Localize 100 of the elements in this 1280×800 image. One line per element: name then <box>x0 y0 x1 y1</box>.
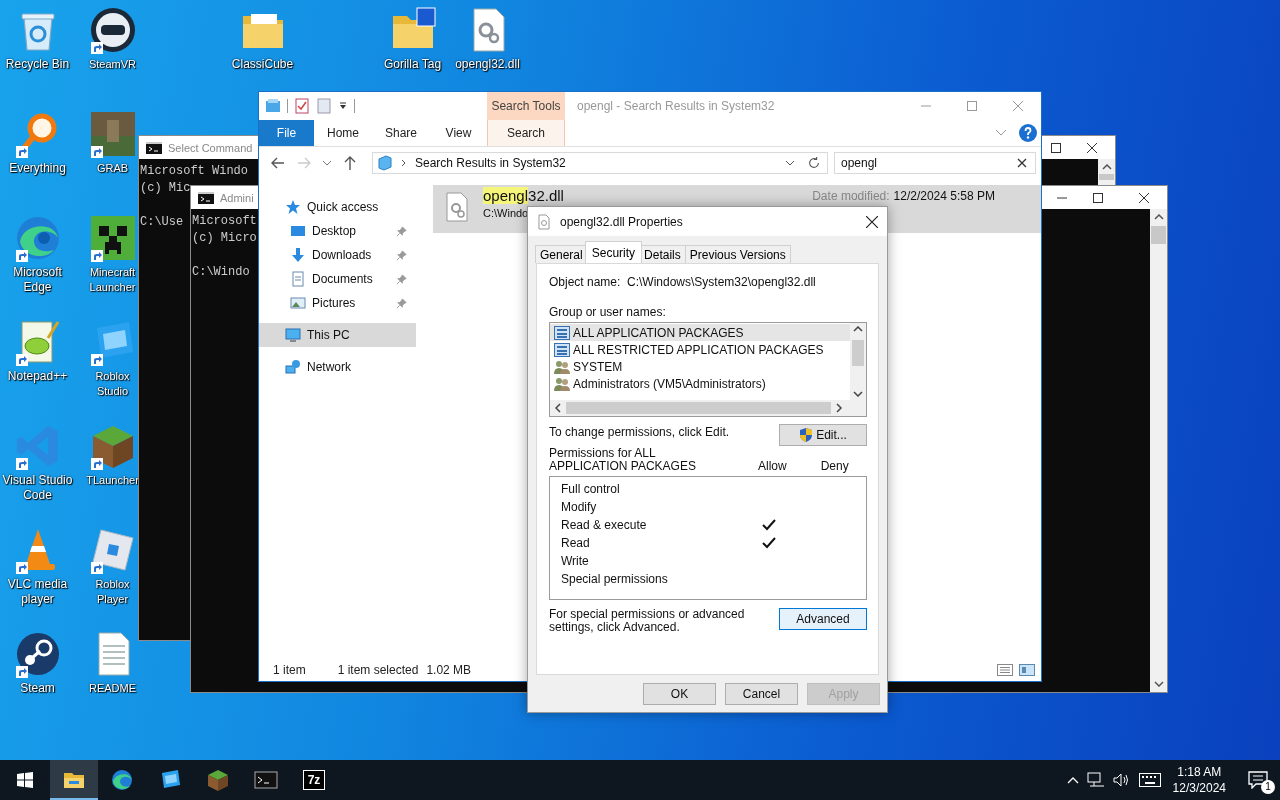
ribbon-tab[interactable]: View <box>430 120 487 146</box>
clock[interactable]: 1:18 AM 12/3/2024 <box>1168 764 1236 796</box>
up-arrow-icon[interactable] <box>342 155 358 171</box>
checklist-icon[interactable] <box>294 98 310 114</box>
shield-icon <box>799 427 814 443</box>
selection-size: 1.02 MB <box>426 663 472 677</box>
help-icon[interactable] <box>1019 124 1037 142</box>
creeper-face-icon[interactable] <box>88 214 137 262</box>
address-bar[interactable]: Search Results in System32 <box>372 152 828 174</box>
window-title: Admini <box>220 191 254 204</box>
column-header: Allow <box>758 459 787 473</box>
pin-icon[interactable] <box>396 225 407 237</box>
column-header: Deny <box>820 459 849 473</box>
object-path: C:\Windows\System32\opengl32.dll <box>627 275 816 289</box>
nav-item[interactable]: Quick access <box>259 195 416 219</box>
section-label: Permissions for ALL APPLICATION PACKAGES <box>549 447 697 473</box>
scrollbar-thumb[interactable] <box>1099 174 1114 180</box>
network-icon[interactable] <box>1086 772 1105 788</box>
chevron-down-icon[interactable] <box>785 159 795 167</box>
nav-item[interactable]: Desktop <box>259 219 416 243</box>
monitor-icon <box>285 327 301 343</box>
pin-icon[interactable] <box>396 297 407 309</box>
taskbar-button[interactable] <box>50 760 98 800</box>
tab[interactable]: General <box>535 245 588 263</box>
field-label: Object name: <box>549 275 622 289</box>
date-value: 12/2/2024 5:58 PM <box>893 189 995 203</box>
scrollbar[interactable] <box>550 400 866 416</box>
console-text: Microsoft Windo <box>140 163 249 180</box>
desktop-icon-label[interactable]: Gorilla Tag <box>383 57 442 72</box>
window-title: opengl - Search Results in System32 <box>576 98 775 115</box>
volume-icon[interactable] <box>1112 772 1131 788</box>
details-view-icon[interactable] <box>997 664 1013 676</box>
taskbar-button[interactable]: 7z <box>290 760 338 800</box>
scroll-right-icon[interactable] <box>836 403 842 413</box>
dialog-button[interactable]: OK <box>643 682 716 705</box>
list-item[interactable]: Administrators (VM5\Administrators) <box>550 375 850 392</box>
scroll-up-icon[interactable] <box>1153 214 1164 220</box>
caret-icon[interactable] <box>338 101 348 111</box>
game-thumbnail-placeholder[interactable] <box>88 110 137 158</box>
tab[interactable]: Previous Versions <box>684 245 791 263</box>
close-icon <box>1139 192 1149 203</box>
notifications-button[interactable]: 1 <box>1236 760 1280 800</box>
list-item[interactable]: SYSTEM <box>550 358 850 375</box>
clock-date: 12/3/2024 <box>1172 780 1226 796</box>
close-icon <box>1087 142 1097 153</box>
nav-item[interactable]: Pictures <box>259 291 416 315</box>
nav-item[interactable]: This PC <box>259 323 416 347</box>
scrollbar-thumb[interactable] <box>1151 226 1166 244</box>
search-field[interactable]: opengl <box>834 152 1036 174</box>
edit-button[interactable]: Edit... <box>779 424 867 446</box>
dialog-button[interactable]: Cancel <box>725 682 798 705</box>
desktop-icon-label[interactable]: opengl32.dll <box>455 57 520 72</box>
clock-time: 1:18 AM <box>1177 764 1222 780</box>
package-window-icon <box>554 325 570 340</box>
console-icon <box>198 191 214 204</box>
folder-icon[interactable] <box>265 98 281 114</box>
tab[interactable]: Security <box>584 241 643 263</box>
dialog-title: opengl32.dll Properties <box>560 214 683 229</box>
close-icon <box>866 215 878 228</box>
close-icon <box>1013 101 1023 111</box>
nav-item[interactable]: Documents <box>259 267 416 291</box>
scrollbar[interactable] <box>850 323 866 400</box>
vr-headset-badge-icon[interactable] <box>88 6 137 54</box>
breadcrumb-text[interactable]: Search Results in System32 <box>415 156 566 170</box>
list-item[interactable]: ALL APPLICATION PACKAGES <box>550 324 850 341</box>
scroll-down-icon[interactable] <box>1153 681 1164 687</box>
scroll-up-icon[interactable] <box>1101 164 1112 170</box>
scroll-up-icon[interactable] <box>853 326 863 332</box>
ribbon-tab[interactable]: File <box>259 120 314 146</box>
console-text: Microsoft <box>192 213 257 230</box>
list-item[interactable]: ALL RESTRICTED APPLICATION PACKAGES <box>550 341 850 358</box>
maximize-icon <box>967 101 977 111</box>
advanced-button[interactable]: Advanced <box>779 608 867 630</box>
grass-block-icon <box>206 768 230 792</box>
breadcrumb-chevron-icon[interactable] <box>401 159 407 167</box>
pin-icon[interactable] <box>396 273 407 285</box>
ribbon-tab[interactable]: Share <box>372 120 430 146</box>
nav-item[interactable]: Downloads <box>259 243 416 267</box>
tiles-view-icon[interactable] <box>1019 664 1035 676</box>
chevron-up-icon[interactable] <box>1066 776 1079 784</box>
back-arrow-icon[interactable] <box>270 155 286 171</box>
ribbon-tab[interactable]: Home <box>314 120 372 146</box>
message-icon <box>1248 771 1268 789</box>
scroll-down-icon[interactable] <box>853 391 863 397</box>
users-icon <box>554 359 570 374</box>
refresh-icon[interactable] <box>807 156 821 170</box>
ribbon-tab[interactable]: Search <box>487 120 565 146</box>
context-tab-group: Search Tools <box>487 92 565 120</box>
permission-name: Modify <box>561 500 598 514</box>
nav-item[interactable]: Network <box>259 355 416 379</box>
selection-info: 1 item selected <box>337 663 419 677</box>
console-prompt: C:\Use <box>140 214 184 231</box>
maximize-icon <box>1093 192 1103 203</box>
keyboard-icon[interactable] <box>1138 773 1161 787</box>
pin-icon[interactable] <box>396 249 407 261</box>
window-title: Select Command <box>168 141 253 154</box>
permission-name: Read & execute <box>561 518 648 532</box>
chevron-down-icon[interactable] <box>322 159 332 167</box>
scroll-left-icon[interactable] <box>555 403 561 413</box>
clear-icon[interactable] <box>1017 158 1027 168</box>
